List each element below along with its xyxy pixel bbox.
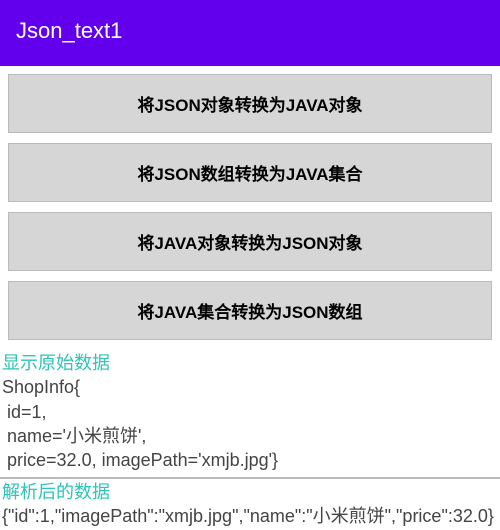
json-array-to-java-collection-button[interactable]: 将JSON数组转换为JAVA集合 bbox=[8, 143, 492, 202]
app-title: Json_text1 bbox=[16, 18, 122, 43]
original-data-display: ShopInfo{ id=1, name='小米煎饼', price=32.0,… bbox=[0, 375, 500, 474]
json-obj-to-java-obj-button[interactable]: 将JSON对象转换为JAVA对象 bbox=[8, 74, 492, 133]
parsed-data-display: {"id":1,"imagePath":"xmjb.jpg","name":"小… bbox=[0, 504, 500, 530]
java-collection-to-json-array-button[interactable]: 将JAVA集合转换为JSON数组 bbox=[8, 281, 492, 340]
app-header: Json_text1 bbox=[0, 0, 500, 66]
main-content: 将JSON对象转换为JAVA对象 将JSON数组转换为JAVA集合 将JAVA对… bbox=[0, 74, 500, 530]
java-obj-to-json-obj-button[interactable]: 将JAVA对象转换为JSON对象 bbox=[8, 212, 492, 271]
original-data-label: 显示原始数据 bbox=[0, 350, 500, 375]
parsed-data-label: 解析后的数据 bbox=[0, 479, 500, 504]
